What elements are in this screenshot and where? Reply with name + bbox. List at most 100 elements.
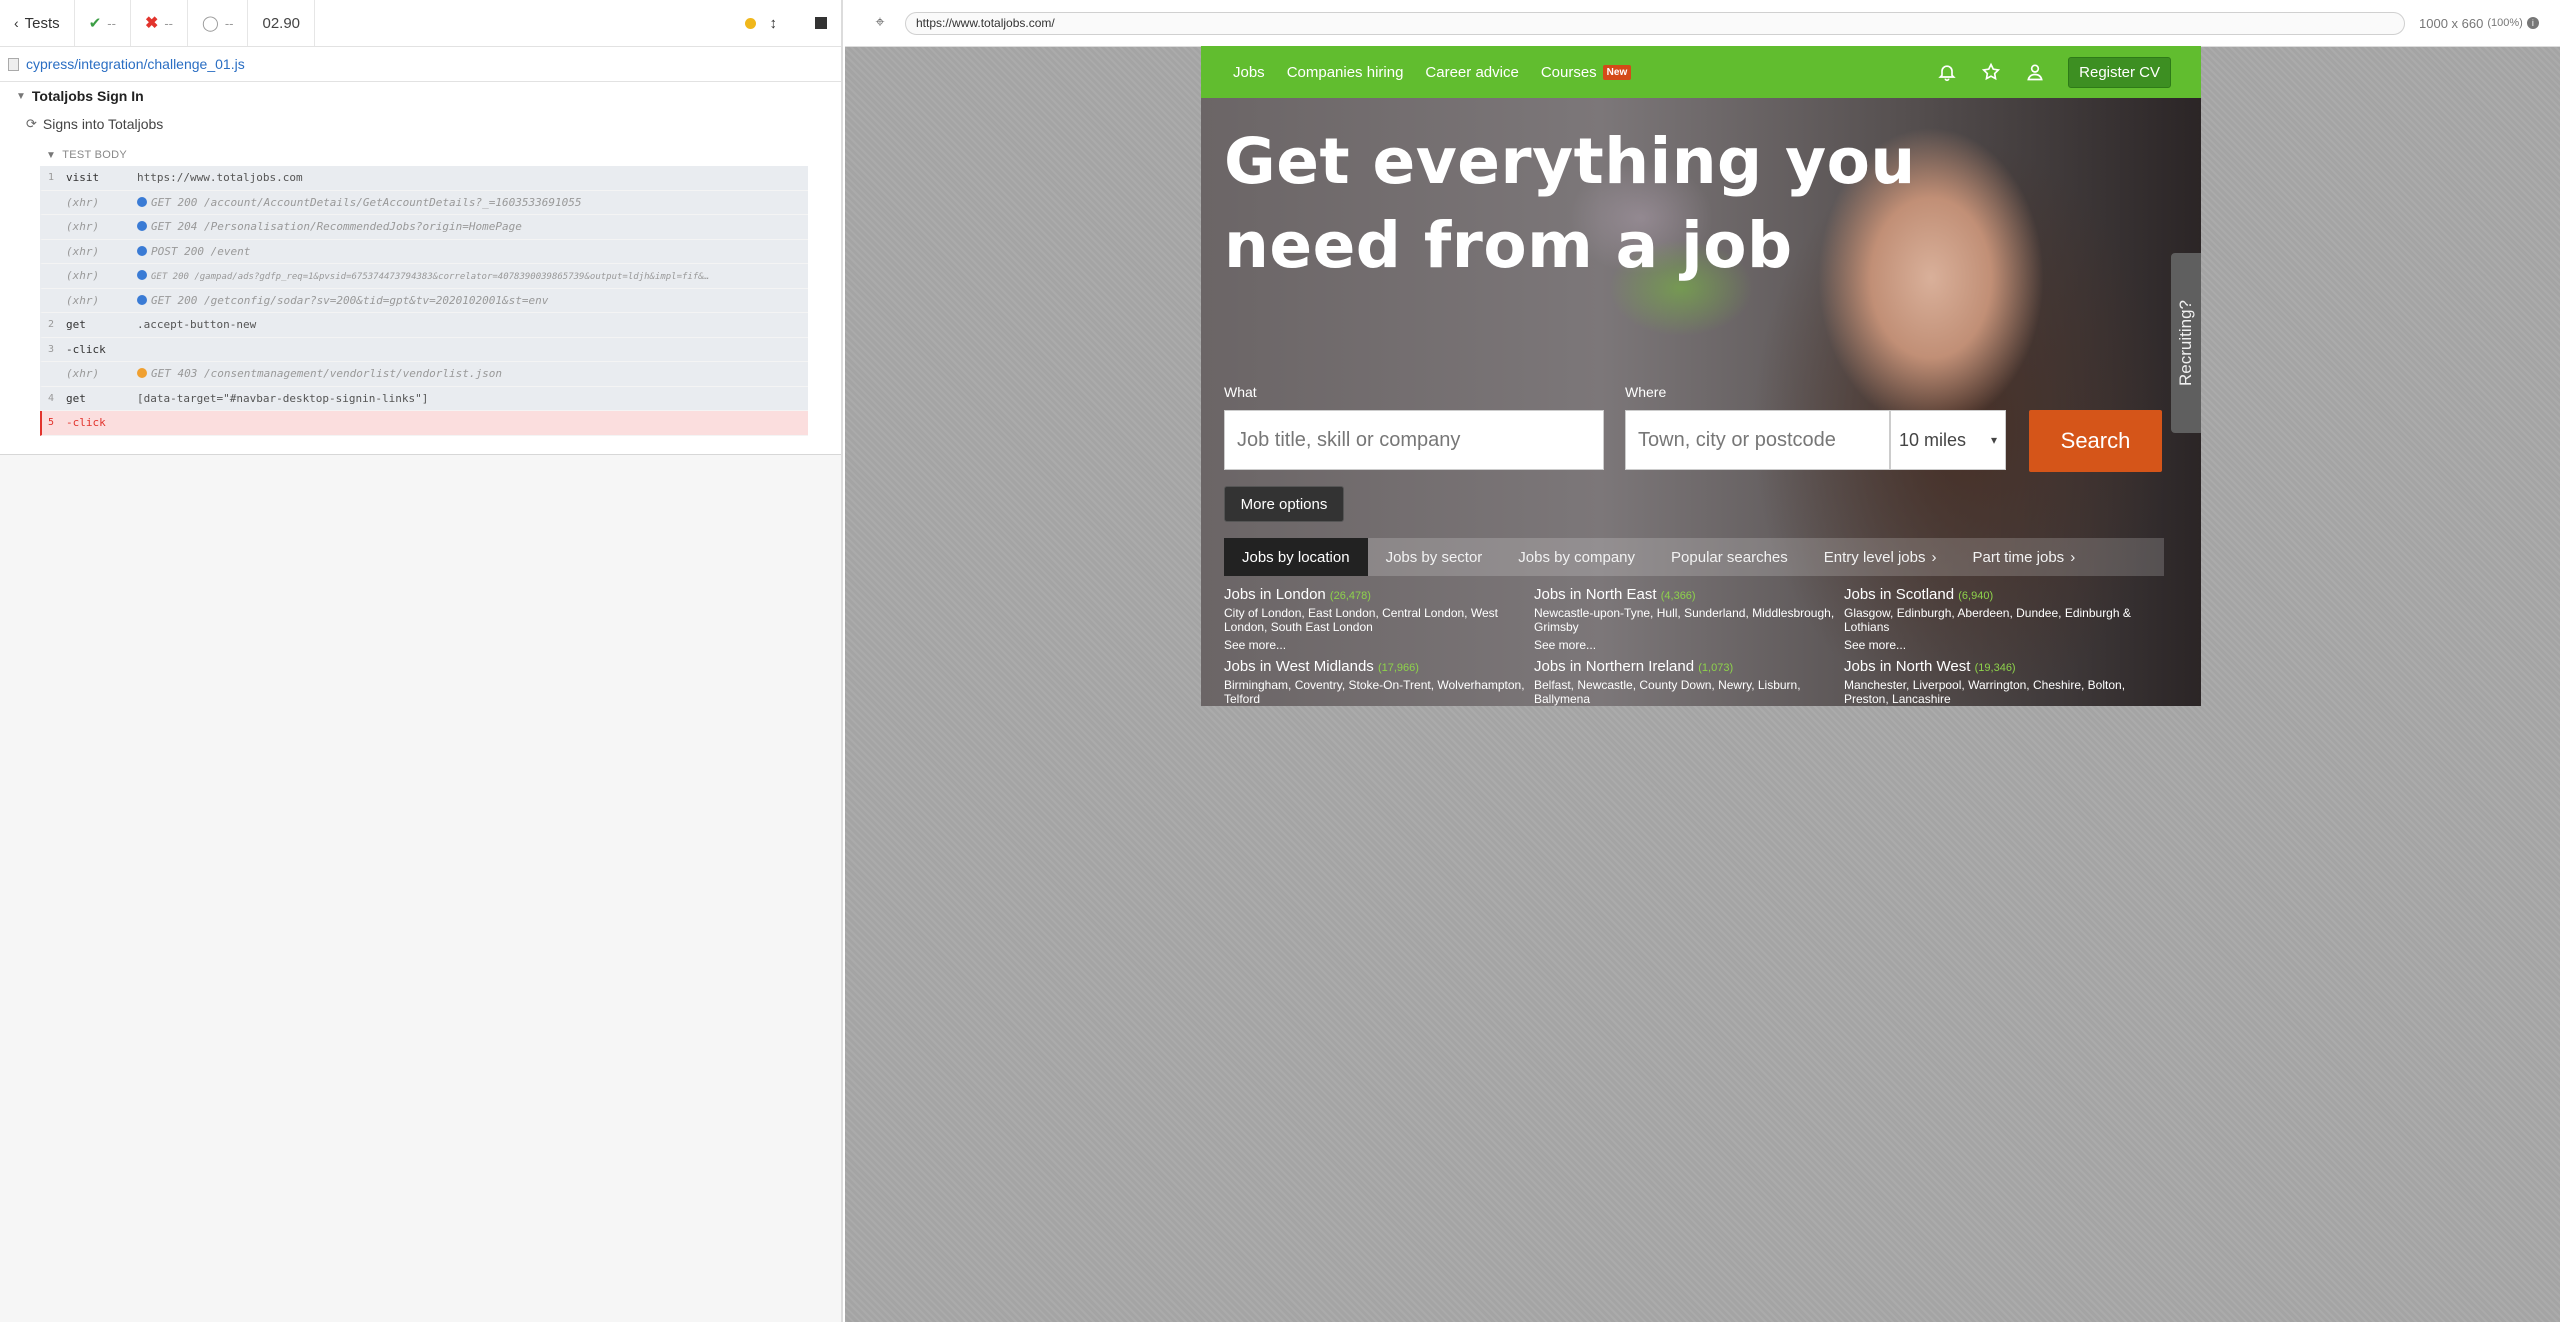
what-label: What: [1224, 384, 1257, 400]
command-number: 4: [47, 392, 54, 404]
command-row[interactable]: 5 -click: [40, 411, 808, 436]
info-icon[interactable]: i: [2526, 17, 2539, 29]
search-button[interactable]: Search: [2029, 410, 2162, 472]
caret-down-icon: ▼: [46, 149, 57, 161]
command-row[interactable]: (xhr) GET 200 /account/AccountDetails/Get…: [40, 190, 808, 215]
failed-stat[interactable]: ✖ --: [131, 0, 189, 46]
test-body-header[interactable]: ▼ TEST BODY: [0, 144, 841, 166]
nav-courses[interactable]: Courses New: [1540, 63, 1632, 81]
what-input[interactable]: [1224, 410, 1604, 470]
command-row[interactable]: (xhr) GET 200 /getconfig/sodar?sv=200&tid…: [40, 288, 808, 313]
command-row[interactable]: (xhr) POST 200 /event: [40, 239, 808, 264]
viewport-info: 1000 x 660 (100%) i: [2419, 16, 2539, 31]
nav-career-advice[interactable]: Career advice: [1425, 64, 1518, 81]
location-link[interactable]: Jobs in North East: [1534, 586, 1657, 603]
command-name: (xhr): [66, 220, 100, 234]
pending-stat[interactable]: ◯ --: [188, 0, 249, 46]
location-towns[interactable]: Belfast, Newcastle, County Down, Newry, …: [1534, 678, 1844, 706]
passed-stat[interactable]: ✔ --: [75, 0, 131, 46]
tab-entry-level-jobs[interactable]: Entry level jobs ›: [1806, 538, 1955, 576]
reporter-header: ‹ Tests ✔ -- ✖ -- ◯ -- 02.90 ↕: [0, 0, 841, 47]
command-name: (xhr): [66, 195, 100, 209]
crosshair-icon[interactable]: ⌖: [871, 14, 889, 32]
command-row[interactable]: 3 -click: [40, 337, 808, 362]
tab-popular-searches[interactable]: Popular searches: [1653, 538, 1806, 576]
location-link[interactable]: Jobs in London: [1224, 586, 1326, 603]
radius-value: 10 miles: [1899, 429, 1967, 450]
tab-jobs-by-sector[interactable]: Jobs by sector: [1368, 538, 1501, 576]
nav-right: Register CV: [1936, 56, 2171, 88]
stop-icon[interactable]: [815, 17, 827, 29]
command-row[interactable]: (xhr) GET 403 /consentmanagement/vendorli…: [40, 362, 808, 387]
location-link[interactable]: Jobs in North West: [1844, 658, 1970, 675]
register-cv-button[interactable]: Register CV: [2068, 56, 2171, 88]
location-towns[interactable]: Birmingham, Coventry, Stoke-On-Trent, Wo…: [1224, 678, 1534, 706]
tab-entry-level-label: Entry level jobs: [1823, 548, 1926, 566]
see-more-link[interactable]: See more...: [1224, 638, 1534, 652]
app-under-test-area: ⌖ 1000 x 660 (100%) i Jobs Companies hir…: [845, 0, 2560, 1322]
failed-count: --: [164, 15, 174, 31]
location-item: Jobs in North West (19,346) Manchester, L…: [1844, 658, 2154, 706]
location-link[interactable]: Jobs in Scotland: [1844, 586, 1954, 603]
see-more-link[interactable]: See more...: [1534, 638, 1844, 652]
caret-down-icon: ▼: [16, 90, 26, 102]
url-field[interactable]: [905, 11, 2405, 35]
aut-header: ⌖ 1000 x 660 (100%) i: [845, 0, 2560, 47]
bell-icon[interactable]: [1936, 61, 1958, 83]
command-message: GET 200 /gampad/ads?gdfp_req=1&pvsid=675…: [137, 269, 808, 282]
tests-button[interactable]: ‹ Tests: [0, 0, 75, 46]
location-towns[interactable]: Newcastle-upon-Tyne, Hull, Sunderland, M…: [1534, 606, 1844, 634]
command-row[interactable]: 2 get .accept-button-new: [40, 313, 808, 338]
location-link[interactable]: Jobs in West Midlands: [1224, 658, 1374, 675]
location-title-row: Jobs in West Midlands (17,966): [1224, 658, 1534, 675]
nav-companies-hiring[interactable]: Companies hiring: [1287, 64, 1404, 81]
reporter-controls: ↕: [744, 15, 842, 32]
nav-jobs[interactable]: Jobs: [1233, 64, 1265, 81]
auto-scroll-icon[interactable]: ↕: [770, 15, 778, 32]
hero-title: Get everything you need from a job: [1224, 125, 1916, 282]
recruiting-tab[interactable]: Recruiting?: [2171, 253, 2201, 433]
command-row[interactable]: 1 visit https://www.totaljobs.com: [40, 166, 808, 191]
x-icon: ✖: [144, 15, 159, 32]
location-count: (1,073): [1698, 662, 1734, 674]
command-message-text: [data-target="#navbar-desktop-signin-lin…: [137, 391, 429, 405]
location-count: (19,346): [1974, 662, 2016, 674]
spec-file-link[interactable]: cypress/integration/challenge_01.js: [26, 56, 245, 72]
location-link[interactable]: Jobs in Northern Ireland: [1534, 658, 1694, 675]
tab-jobs-by-location[interactable]: Jobs by location: [1224, 538, 1368, 576]
location-count: (4,366): [1660, 590, 1696, 602]
command-name: -click: [66, 342, 106, 356]
command-number: 2: [47, 319, 54, 331]
test-title[interactable]: ⟳ Signs into Totaljobs: [0, 110, 841, 138]
more-options-button[interactable]: More options: [1224, 486, 1344, 522]
where-input[interactable]: [1625, 410, 1890, 470]
command-row[interactable]: 4 get [data-target="#navbar-desktop-signin…: [40, 386, 808, 411]
nav-courses-label: Courses: [1540, 63, 1597, 81]
circle-icon: ◯: [202, 15, 219, 32]
spec-file-bar: cypress/integration/challenge_01.js: [0, 47, 841, 82]
tab-jobs-by-company[interactable]: Jobs by company: [1500, 538, 1653, 576]
star-icon[interactable]: [1980, 61, 2002, 83]
command-row[interactable]: (xhr) GET 200 /gampad/ads?gdfp_req=1&pvsi…: [40, 264, 808, 289]
status-dot-icon: [137, 245, 147, 256]
viewport-size: 1000 x 660: [2419, 15, 2484, 31]
command-row[interactable]: (xhr) GET 204 /Personalisation/Recommende…: [40, 215, 808, 240]
runnables: ▼ Totaljobs Sign In ⟳ Signs into Totaljo…: [0, 82, 841, 455]
command-message: [data-target="#navbar-desktop-signin-lin…: [137, 392, 808, 405]
location-towns[interactable]: Manchester, Liverpool, Warrington, Chesh…: [1844, 678, 2154, 706]
pending-count: --: [224, 15, 234, 31]
user-icon[interactable]: [2024, 61, 2046, 83]
new-badge: New: [1602, 64, 1632, 80]
test-title-text: Signs into Totaljobs: [42, 116, 164, 132]
site-navbar: Jobs Companies hiring Career advice Cour…: [1201, 46, 2201, 98]
location-item: Jobs in West Midlands (17,966) Birmingham…: [1224, 658, 1534, 706]
status-dot-icon: [137, 221, 147, 232]
location-towns[interactable]: Glasgow, Edinburgh, Aberdeen, Dundee, Ed…: [1844, 606, 2154, 634]
radius-select[interactable]: 10 miles ▾: [1890, 410, 2006, 470]
tab-part-time-jobs[interactable]: Part time jobs ›: [1954, 538, 2093, 576]
command-message: GET 200 /account/AccountDetails/GetAccou…: [137, 196, 808, 209]
location-towns[interactable]: City of London, East London, Central Lon…: [1224, 606, 1534, 634]
suite-title[interactable]: ▼ Totaljobs Sign In: [0, 82, 841, 110]
see-more-link[interactable]: See more...: [1844, 638, 2154, 652]
chevron-left-icon: ‹: [14, 15, 19, 31]
